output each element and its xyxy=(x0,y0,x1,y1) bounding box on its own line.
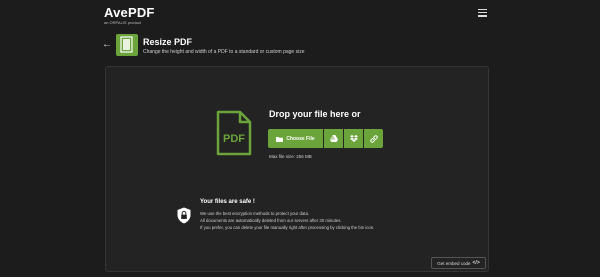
url-link-button[interactable] xyxy=(364,129,383,148)
security-title: Your files are safe ! xyxy=(200,199,255,205)
dropbox-icon xyxy=(349,135,358,142)
upload-button-group: Choose File xyxy=(268,129,383,148)
link-icon xyxy=(369,134,378,143)
hamburger-menu-icon[interactable] xyxy=(478,9,487,17)
embed-label: Get embed code xyxy=(437,260,471,266)
choose-file-label: Choose File xyxy=(286,135,315,142)
upload-panel[interactable] xyxy=(105,66,489,272)
shield-lock-icon xyxy=(177,207,191,229)
security-line-1: We use the best encryption methods to pr… xyxy=(200,211,310,216)
logo-subtitle: an ORPALIS product xyxy=(104,20,142,25)
resize-pdf-icon xyxy=(116,34,138,56)
drop-zone-title: Drop your file here or xyxy=(269,109,361,119)
security-line-2: All documents are automatically deleted … xyxy=(200,218,342,223)
google-drive-icon xyxy=(329,135,338,142)
max-file-size: Max file size: 256 MB xyxy=(269,154,312,159)
dropbox-button[interactable] xyxy=(344,129,363,148)
security-line-3: If you prefer, you can delete your file … xyxy=(200,225,375,230)
logo[interactable]: AvePDF an ORPALIS product xyxy=(104,6,155,25)
pdf-icon-text: PDF xyxy=(223,133,245,145)
pdf-file-icon: PDF xyxy=(216,110,252,161)
get-embed-code-button[interactable]: Get embed code </> xyxy=(431,257,486,269)
code-icon: </> xyxy=(472,260,480,266)
google-drive-button[interactable] xyxy=(324,129,343,148)
page-description: Change the height and width of a PDF to … xyxy=(143,49,305,55)
logo-text: AvePDF xyxy=(104,5,155,20)
choose-file-button[interactable]: Choose File xyxy=(268,129,323,148)
folder-icon xyxy=(276,136,284,142)
back-arrow-icon[interactable]: ← xyxy=(102,40,112,50)
page-title: Resize PDF xyxy=(143,37,193,47)
top-header: AvePDF an ORPALIS product xyxy=(0,0,600,28)
